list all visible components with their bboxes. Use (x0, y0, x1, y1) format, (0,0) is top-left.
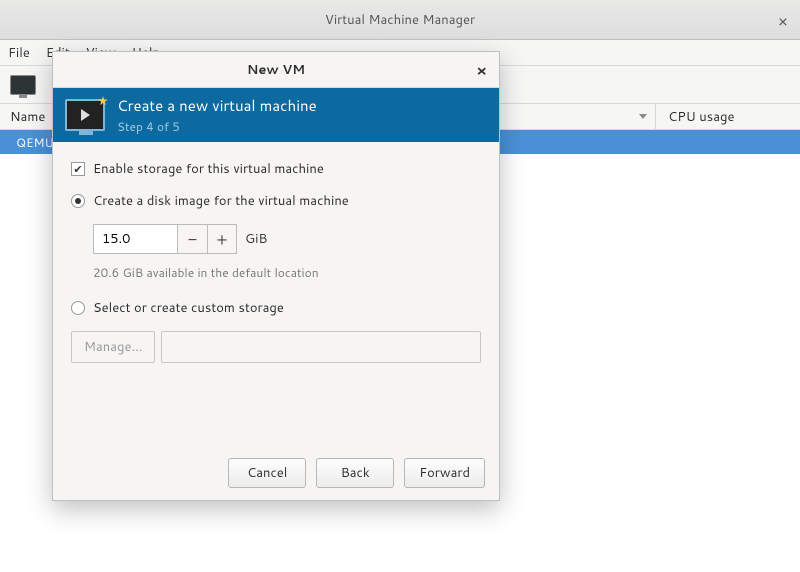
storage-path-input (161, 331, 481, 363)
column-cpu-label: CPU usage (668, 108, 734, 126)
create-disk-radio[interactable] (71, 194, 85, 208)
vm-monitor-icon (65, 99, 105, 131)
cancel-button[interactable]: Cancel (228, 458, 306, 488)
dialog-step-label: Step 4 of 5 (117, 118, 317, 135)
main-window-title: Virtual Machine Manager (325, 11, 475, 29)
new-vm-icon[interactable] (10, 75, 36, 95)
back-button[interactable]: Back (316, 458, 394, 488)
custom-storage-label: Select or create custom storage (93, 299, 284, 317)
dialog-title: New VM (247, 61, 305, 79)
disk-size-input[interactable] (93, 224, 177, 254)
disk-size-row: − + GiB (93, 224, 481, 254)
disk-size-unit: GiB (245, 230, 267, 248)
disk-size-increment-button[interactable]: + (207, 224, 237, 254)
dialog-footer: Cancel Back Forward (53, 446, 499, 500)
column-name-label: Name (10, 108, 45, 126)
column-cpu[interactable]: CPU usage (656, 108, 800, 126)
dialog-body: ✔ Enable storage for this virtual machin… (53, 142, 499, 446)
create-disk-row: Create a disk image for the virtual mach… (71, 192, 481, 210)
manage-storage-row: Manage... (71, 331, 481, 363)
custom-storage-row: Select or create custom storage (71, 299, 481, 317)
chevron-down-icon (639, 114, 647, 119)
row-hypervisor-label: QEMU (16, 134, 54, 151)
main-window-titlebar: Virtual Machine Manager × (0, 0, 800, 40)
manage-button: Manage... (71, 331, 155, 363)
forward-button[interactable]: Forward (404, 458, 485, 488)
new-vm-dialog: New VM × Create a new virtual machine St… (52, 51, 500, 501)
play-icon (81, 109, 90, 121)
dialog-header: Create a new virtual machine Step 4 of 5 (53, 88, 499, 142)
enable-storage-row: ✔ Enable storage for this virtual machin… (71, 160, 481, 178)
available-storage-text: 20.6 GiB available in the default locati… (93, 264, 481, 281)
menu-file[interactable]: File (8, 44, 30, 62)
close-icon[interactable]: × (778, 10, 788, 33)
dialog-titlebar: New VM × (53, 52, 499, 88)
dialog-header-title: Create a new virtual machine (117, 95, 317, 116)
star-icon (98, 96, 108, 106)
create-disk-label: Create a disk image for the virtual mach… (93, 192, 349, 210)
disk-size-decrement-button[interactable]: − (177, 224, 207, 254)
custom-storage-radio[interactable] (71, 301, 85, 315)
enable-storage-label: Enable storage for this virtual machine (93, 160, 324, 178)
close-icon[interactable]: × (476, 60, 487, 81)
enable-storage-checkbox[interactable]: ✔ (71, 162, 85, 176)
